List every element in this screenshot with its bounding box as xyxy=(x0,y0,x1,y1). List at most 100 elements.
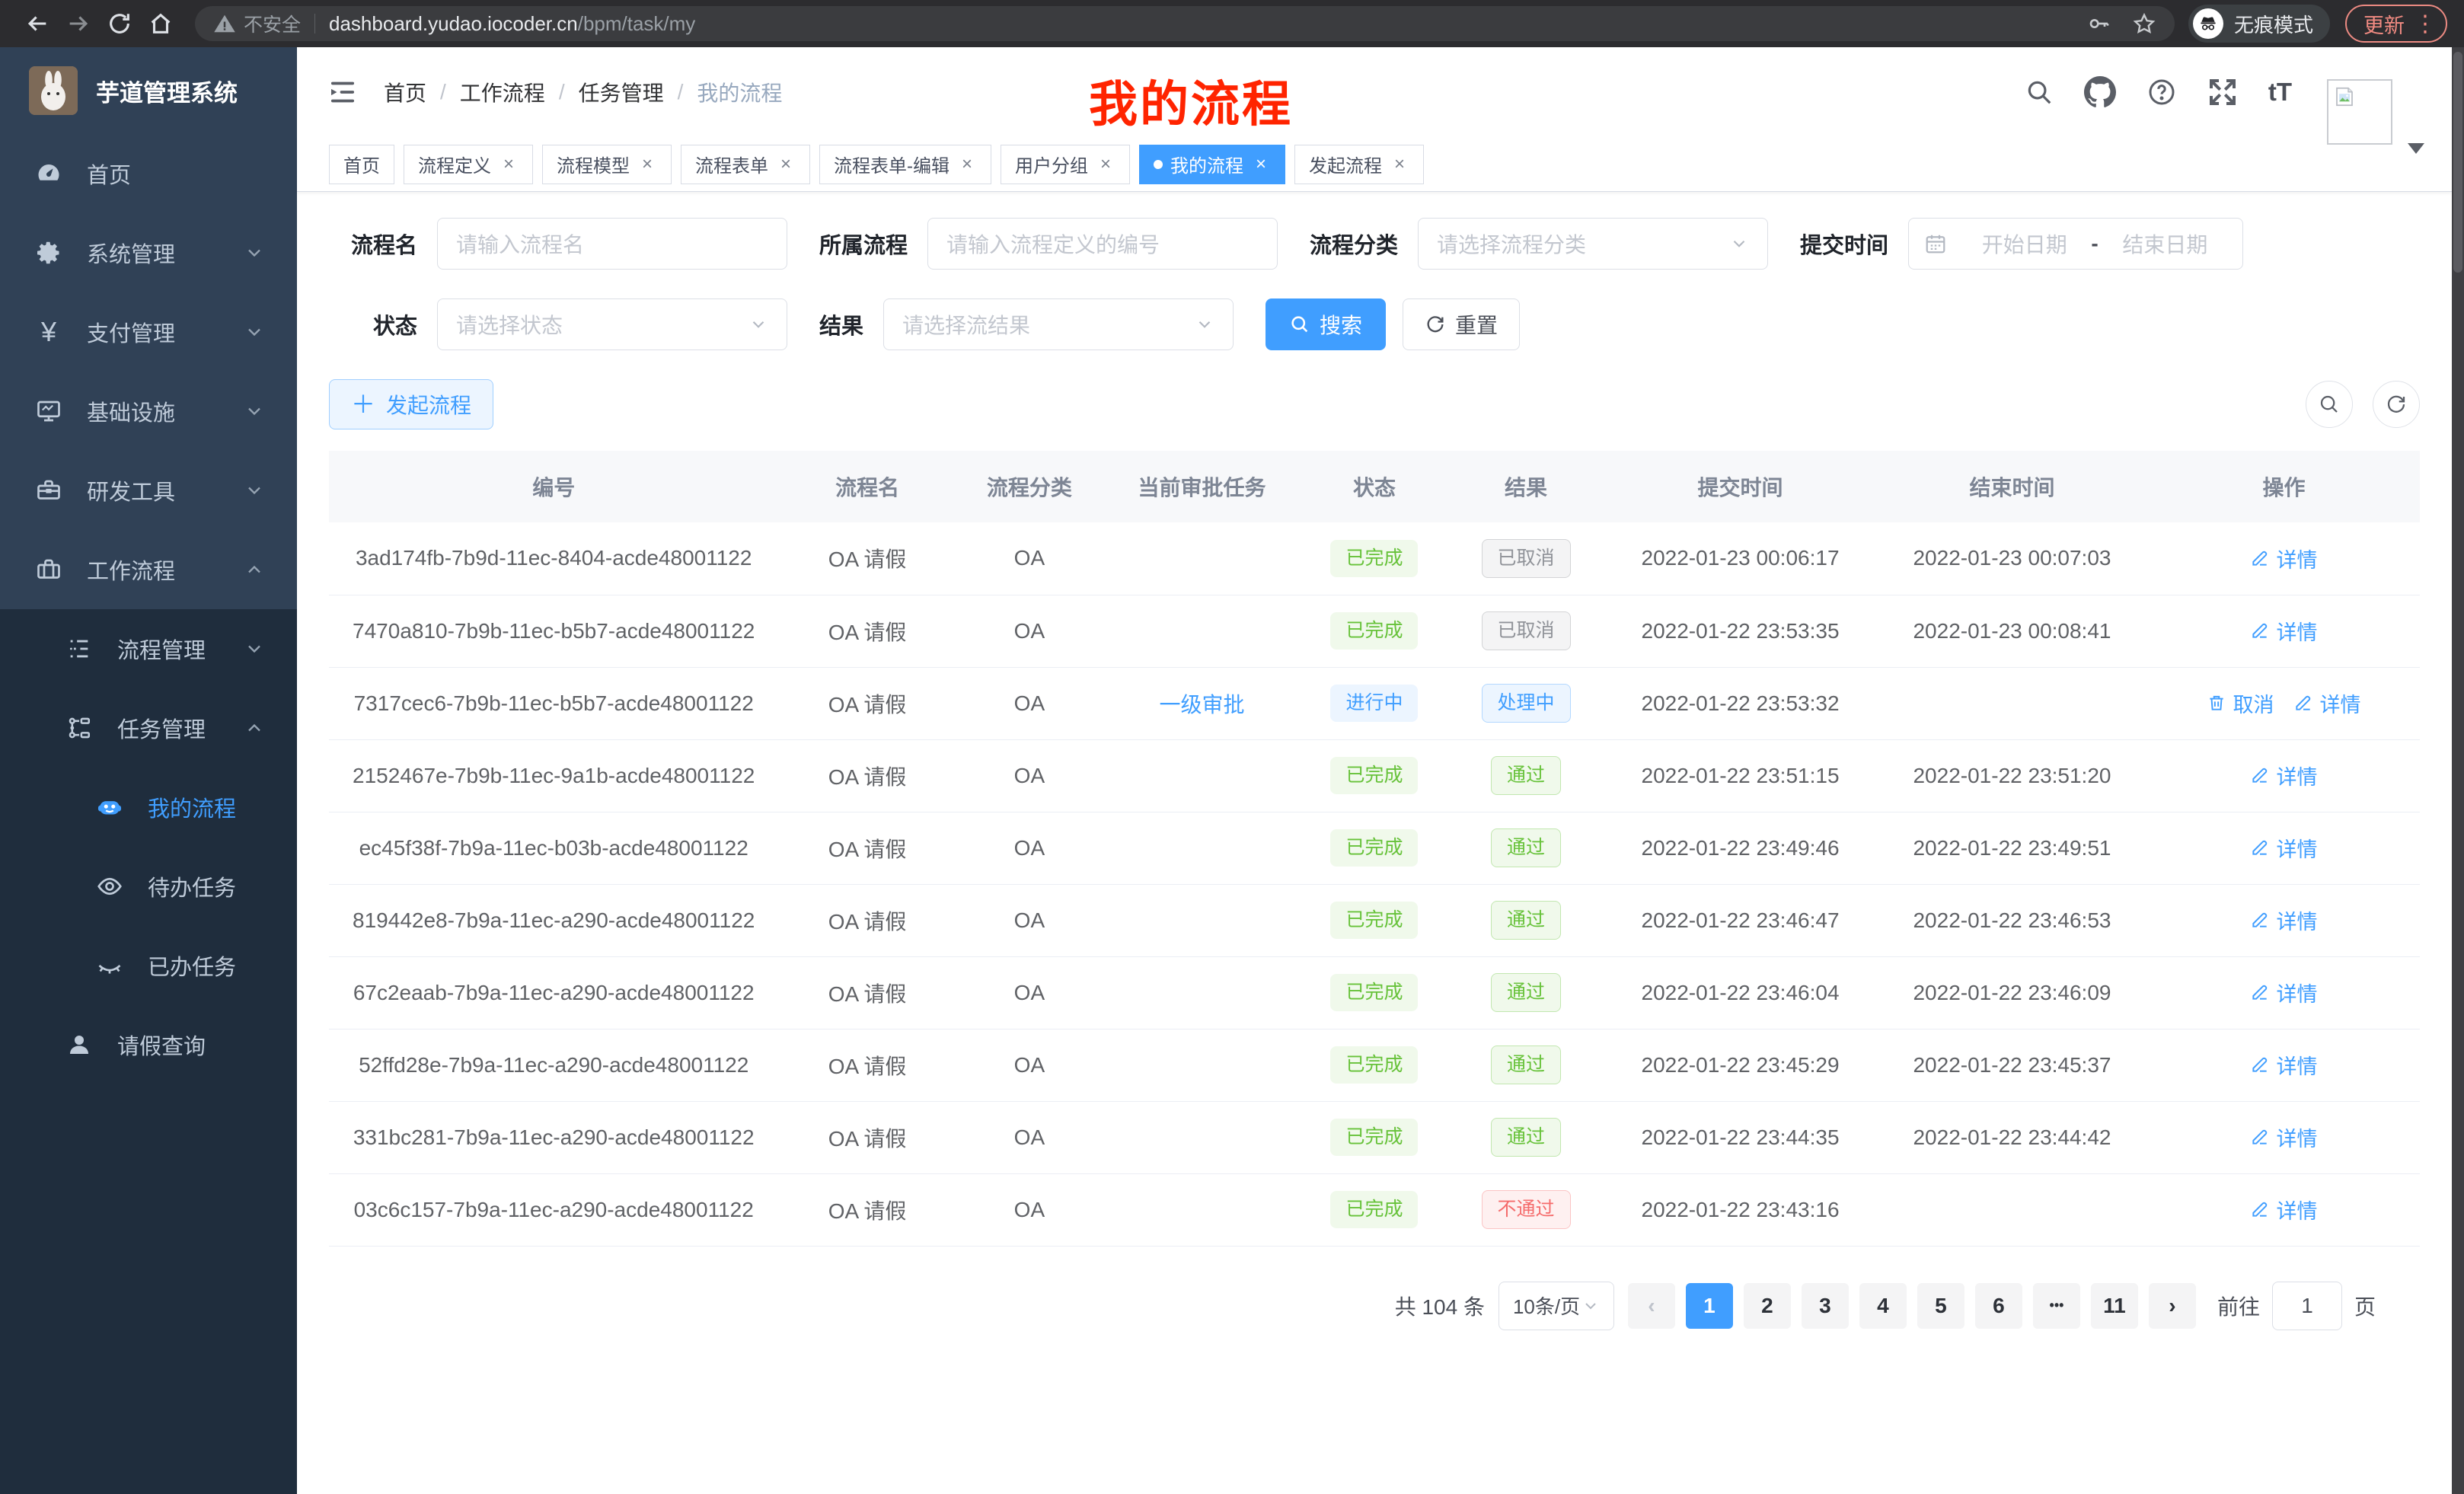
detail-link[interactable]: 详情 xyxy=(2250,1122,2317,1152)
end-date-input[interactable]: 结束日期 xyxy=(2103,228,2227,259)
avatar-dropdown-caret[interactable] xyxy=(2408,143,2424,154)
cell-end-time: 2022-01-22 23:46:53 xyxy=(1876,884,2148,956)
cell-result: 通过 xyxy=(1447,884,1604,956)
sidebar-item-label: 已办任务 xyxy=(148,950,297,982)
sidebar-item-流程管理[interactable]: 流程管理 xyxy=(0,609,297,688)
process-name-input[interactable]: 请输入流程名 xyxy=(437,218,787,270)
search-icon[interactable] xyxy=(2025,78,2054,107)
tab-流程表单[interactable]: 流程表单× xyxy=(681,145,810,184)
edit-icon xyxy=(2250,765,2270,785)
close-icon[interactable]: × xyxy=(957,154,977,175)
result-badge: 已取消 xyxy=(1482,611,1571,650)
font-size-icon[interactable]: tT xyxy=(2268,78,2292,107)
page-button-6[interactable]: 6 xyxy=(1975,1283,2022,1329)
edit-icon xyxy=(2250,838,2270,857)
forward-icon[interactable] xyxy=(58,3,99,44)
goto-page-input[interactable]: 1 xyxy=(2272,1282,2342,1330)
create-process-button[interactable]: ＋ 发起流程 xyxy=(329,379,493,429)
category-select[interactable]: 请选择流程分类 xyxy=(1418,218,1768,270)
sidebar-item-基础设施[interactable]: 基础设施 xyxy=(0,372,297,451)
cell-id: 52ffd28e-7b9a-11ec-a290-acde48001122 xyxy=(329,1029,778,1101)
cell-status: 已完成 xyxy=(1301,739,1447,812)
browser-menu-icon[interactable]: ⋮ xyxy=(2414,11,2437,37)
detail-link[interactable]: 详情 xyxy=(2250,1050,2317,1080)
detail-link[interactable]: 详情 xyxy=(2250,1195,2317,1224)
update-button[interactable]: 更新 ⋮ xyxy=(2345,5,2447,43)
edit-icon xyxy=(2250,1127,2270,1147)
fullscreen-icon[interactable] xyxy=(2207,77,2238,107)
reload-icon[interactable] xyxy=(99,3,140,44)
bookmark-star-icon[interactable] xyxy=(2132,11,2156,36)
close-icon[interactable]: × xyxy=(499,154,519,175)
avatar[interactable] xyxy=(2327,79,2392,145)
breadcrumb-item[interactable]: 工作流程 xyxy=(460,77,545,107)
close-icon[interactable]: × xyxy=(1390,154,1409,175)
breadcrumb-item[interactable]: 首页 xyxy=(384,77,426,107)
sidebar-item-任务管理[interactable]: 任务管理 xyxy=(0,688,297,768)
tab-我的流程[interactable]: 我的流程× xyxy=(1139,145,1285,184)
sidebar-item-待办任务[interactable]: 待办任务 xyxy=(0,847,297,926)
page-size-select[interactable]: 10条/页 xyxy=(1499,1282,1614,1330)
breadcrumb-item[interactable]: 任务管理 xyxy=(579,77,664,107)
prev-page-button[interactable]: ‹ xyxy=(1628,1283,1675,1329)
next-page-button[interactable]: › xyxy=(2149,1283,2196,1329)
sidebar-collapse-icon[interactable] xyxy=(327,77,358,107)
home-icon[interactable] xyxy=(140,3,181,44)
detail-link[interactable]: 详情 xyxy=(2250,616,2317,646)
cell-task[interactable]: 一级审批 xyxy=(1103,667,1301,739)
tab-用户分组[interactable]: 用户分组× xyxy=(1001,145,1130,184)
tab-首页[interactable]: 首页 xyxy=(329,145,394,184)
page-button-3[interactable]: 3 xyxy=(1802,1283,1849,1329)
browser-chrome: 不安全 dashboard.yudao.iocoder.cn /bpm/task… xyxy=(0,0,2464,47)
start-date-input[interactable]: 开始日期 xyxy=(1962,228,2086,259)
tab-流程定义[interactable]: 流程定义× xyxy=(404,145,533,184)
page-button-2[interactable]: 2 xyxy=(1744,1283,1791,1329)
parent-process-input[interactable]: 请输入流程定义的编号 xyxy=(927,218,1278,270)
sidebar-item-研发工具[interactable]: 研发工具 xyxy=(0,451,297,530)
key-icon[interactable] xyxy=(2086,11,2111,36)
address-bar[interactable]: 不安全 dashboard.yudao.iocoder.cn /bpm/task… xyxy=(195,6,2175,41)
help-icon[interactable] xyxy=(2146,77,2177,107)
tab-发起流程[interactable]: 发起流程× xyxy=(1294,145,1424,184)
reset-button[interactable]: 重置 xyxy=(1403,298,1520,350)
refresh-icon[interactable] xyxy=(2373,381,2420,428)
submit-time-range[interactable]: 开始日期 - 结束日期 xyxy=(1908,218,2243,270)
result-label: 结果 xyxy=(819,308,863,340)
page-button-1[interactable]: 1 xyxy=(1686,1283,1733,1329)
sidebar-item-工作流程[interactable]: 工作流程 xyxy=(0,530,297,609)
tab-流程模型[interactable]: 流程模型× xyxy=(542,145,672,184)
close-icon[interactable]: × xyxy=(637,154,657,175)
detail-link[interactable]: 详情 xyxy=(2250,978,2317,1007)
close-icon[interactable]: × xyxy=(1096,154,1116,175)
back-icon[interactable] xyxy=(17,3,58,44)
sidebar-item-支付管理[interactable]: ¥支付管理 xyxy=(0,292,297,372)
close-icon[interactable]: × xyxy=(1251,154,1271,175)
row-actions: 详情 xyxy=(2250,1195,2317,1224)
cancel-link[interactable]: 取消 xyxy=(2207,688,2274,718)
sidebar-item-首页[interactable]: 首页 xyxy=(0,134,297,213)
sidebar-item-请假查询[interactable]: 请假查询 xyxy=(0,1005,297,1084)
detail-link[interactable]: 详情 xyxy=(2250,905,2317,935)
tab-流程表单-编辑[interactable]: 流程表单-编辑× xyxy=(819,145,991,184)
sidebar-item-系统管理[interactable]: 系统管理 xyxy=(0,213,297,292)
github-icon[interactable] xyxy=(2084,76,2116,108)
page-button-11[interactable]: 11 xyxy=(2091,1283,2138,1329)
toggle-search-icon[interactable] xyxy=(2306,381,2353,428)
close-icon[interactable]: × xyxy=(776,154,796,175)
page-button-4[interactable]: 4 xyxy=(1859,1283,1907,1329)
page-button-5[interactable]: 5 xyxy=(1917,1283,1964,1329)
more-pages-button[interactable]: ••• xyxy=(2033,1283,2080,1329)
column-header-当前审批任务: 当前审批任务 xyxy=(1103,451,1301,522)
column-header-结束时间: 结束时间 xyxy=(1876,451,2148,522)
result-select[interactable]: 请选择流结果 xyxy=(883,298,1234,350)
detail-link[interactable]: 详情 xyxy=(2250,761,2317,790)
detail-link[interactable]: 详情 xyxy=(2293,688,2360,718)
status-select[interactable]: 请选择状态 xyxy=(437,298,787,350)
detail-link[interactable]: 详情 xyxy=(2250,544,2317,573)
scrollbar[interactable] xyxy=(2452,47,2464,1494)
sidebar-item-我的流程[interactable]: 我的流程 xyxy=(0,768,297,847)
detail-link[interactable]: 详情 xyxy=(2250,833,2317,863)
scrollbar-thumb[interactable] xyxy=(2453,52,2462,273)
search-button[interactable]: 搜索 xyxy=(1266,298,1386,350)
sidebar-item-已办任务[interactable]: 已办任务 xyxy=(0,926,297,1005)
